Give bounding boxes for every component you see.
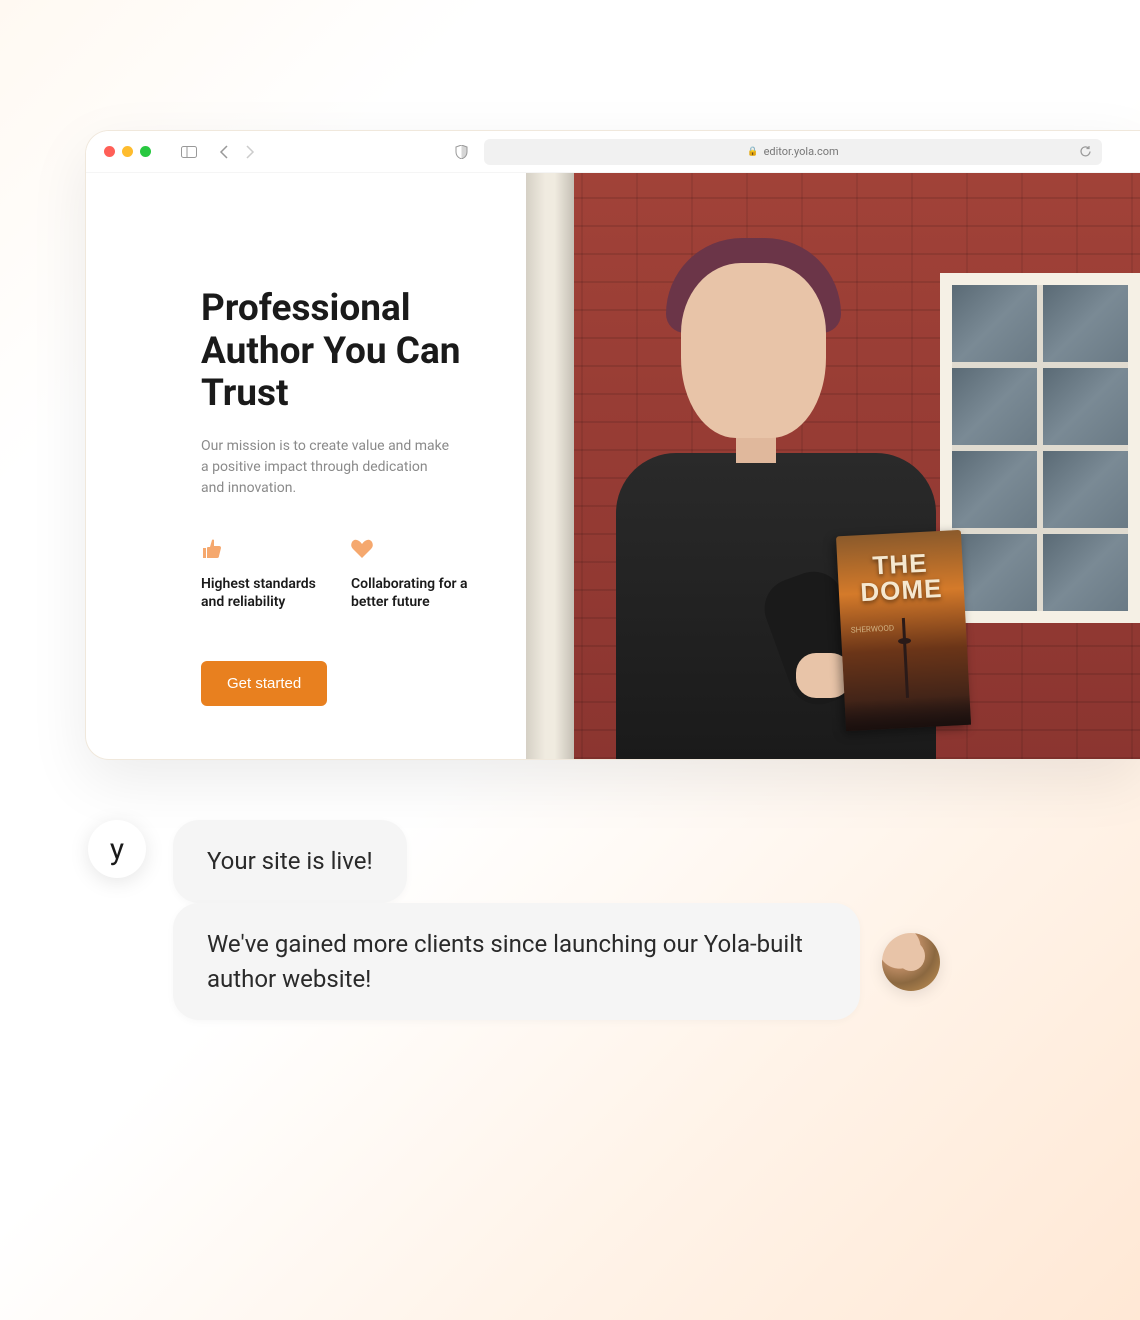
chat-bubble-user: We've gained more clients since launchin… bbox=[173, 903, 860, 1021]
features-row: Highest standards and reliability Collab… bbox=[201, 539, 476, 611]
author-photo: THE DOME SHERWOOD bbox=[586, 223, 966, 759]
feature-label: Collaborating for a better future bbox=[351, 575, 471, 611]
chat-section: y Your site is live! We've gained more c… bbox=[88, 820, 940, 1020]
book-title: THE DOME bbox=[847, 548, 955, 605]
browser-window: 🔒 editor.yola.com Professional Author Yo… bbox=[85, 130, 1140, 760]
back-icon[interactable] bbox=[219, 145, 228, 159]
minimize-window-icon[interactable] bbox=[122, 146, 133, 157]
heart-icon bbox=[351, 539, 471, 561]
address-bar[interactable]: 🔒 editor.yola.com bbox=[484, 139, 1102, 165]
feature-label: Highest standards and reliability bbox=[201, 575, 321, 611]
maximize-window-icon[interactable] bbox=[140, 146, 151, 157]
page-headline: Professional Author You Can Trust bbox=[201, 288, 476, 416]
user-avatar bbox=[882, 933, 940, 991]
shield-icon[interactable] bbox=[455, 145, 468, 159]
hero-section: Professional Author You Can Trust Our mi… bbox=[86, 173, 526, 759]
forward-icon[interactable] bbox=[246, 145, 255, 159]
reload-icon[interactable] bbox=[1079, 145, 1092, 158]
background-window bbox=[940, 273, 1140, 623]
feature-reliability: Highest standards and reliability bbox=[201, 539, 321, 611]
book-cover: THE DOME SHERWOOD bbox=[836, 530, 971, 731]
yola-avatar: y bbox=[88, 820, 146, 878]
hero-image: THE DOME SHERWOOD bbox=[526, 173, 1140, 759]
lock-icon: 🔒 bbox=[747, 147, 758, 157]
chat-bubble-system: Your site is live! bbox=[173, 820, 407, 903]
sidebar-toggle-icon[interactable] bbox=[181, 146, 197, 158]
traffic-lights bbox=[104, 146, 151, 157]
page-content: Professional Author You Can Trust Our mi… bbox=[86, 173, 1140, 759]
close-window-icon[interactable] bbox=[104, 146, 115, 157]
get-started-button[interactable]: Get started bbox=[201, 661, 327, 706]
url-text: editor.yola.com bbox=[764, 145, 839, 158]
browser-chrome: 🔒 editor.yola.com bbox=[86, 131, 1140, 173]
feature-collaboration: Collaborating for a better future bbox=[351, 539, 471, 611]
page-subtext: Our mission is to create value and make … bbox=[201, 436, 451, 499]
thumbs-up-icon bbox=[201, 539, 321, 561]
